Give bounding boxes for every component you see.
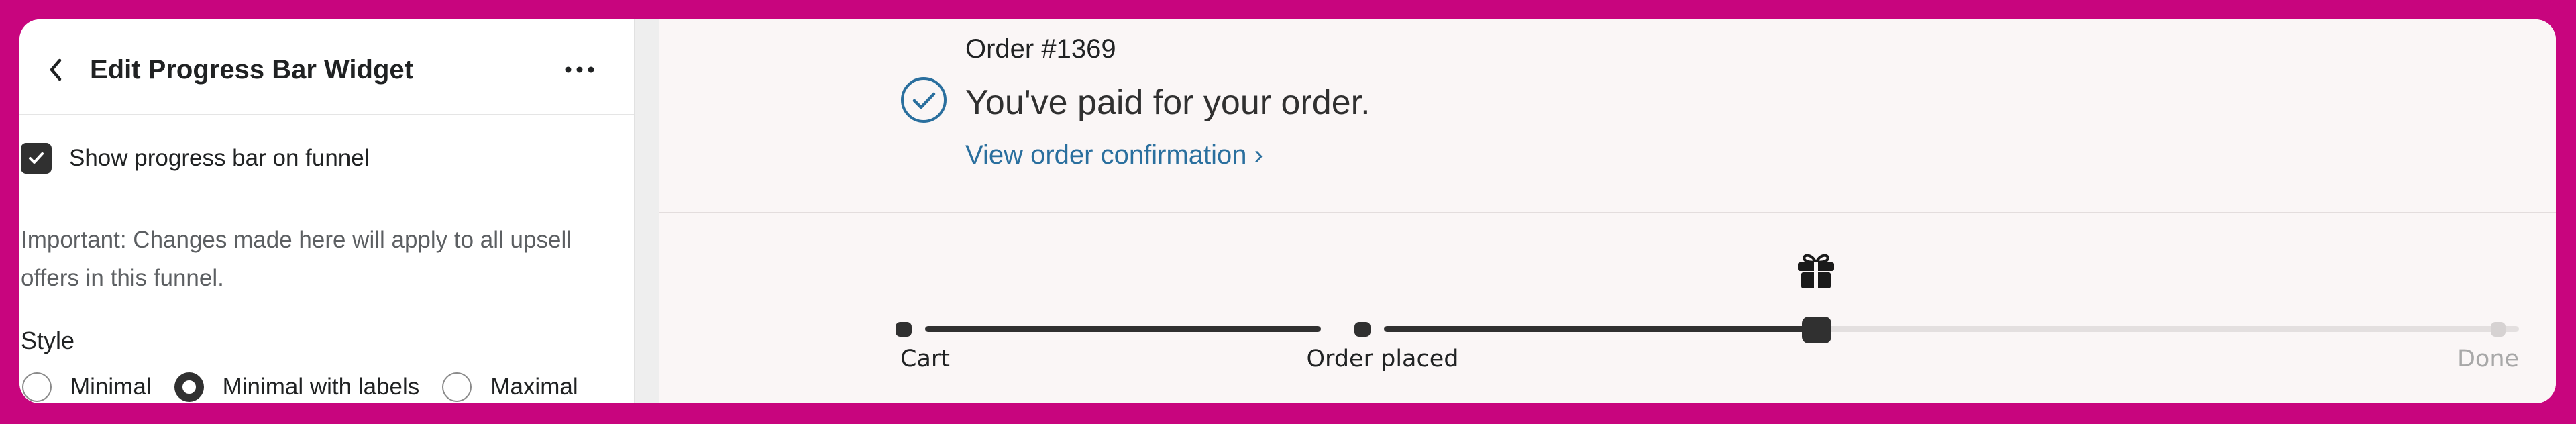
editor-sidebar: Edit Progress Bar Widget Show progress b… [19, 19, 634, 403]
app-window: Edit Progress Bar Widget Show progress b… [19, 19, 2556, 403]
progress-step-label: Done [2457, 346, 2520, 372]
style-label: Style [21, 327, 75, 354]
show-progress-bar-checkbox[interactable] [21, 143, 52, 174]
style-option-label: Maximal [490, 374, 578, 400]
sidebar-header: Edit Progress Bar Widget [19, 19, 634, 115]
view-order-confirmation-link[interactable]: View order confirmation › [965, 140, 1263, 170]
paid-title: You've paid for your order. [965, 83, 1371, 122]
progress-segment-cart-to-order [925, 326, 1321, 332]
progress-step-label: Order placed [1306, 346, 1459, 372]
important-note: Important: Changes made here will apply … [21, 227, 572, 291]
progress-step-order-placed-dot [1354, 322, 1371, 337]
chevron-left-icon [50, 58, 62, 81]
radio-minimal[interactable] [22, 372, 52, 402]
order-progress-bar: Cart Order placed Done [659, 214, 2556, 403]
progress-current-handle [1802, 317, 1831, 343]
order-number: Order #1369 [965, 34, 1116, 64]
style-option-minimal-with-labels[interactable]: Minimal with labels [174, 372, 420, 402]
style-option-minimal[interactable]: Minimal [22, 372, 152, 402]
style-option-label: Minimal [70, 374, 152, 400]
checkmark-icon [29, 152, 44, 164]
more-horizontal-icon [565, 66, 594, 73]
style-option-label: Minimal with labels [222, 374, 420, 400]
progress-segment-filled [1384, 326, 1817, 332]
back-button[interactable] [40, 53, 73, 87]
progress-step-label: Cart [900, 346, 950, 372]
radio-maximal[interactable] [442, 372, 472, 402]
sidebar-title: Edit Progress Bar Widget [90, 55, 413, 85]
more-actions-button[interactable] [556, 53, 603, 87]
style-radio-group: Minimal Minimal with labels Maximal [22, 368, 601, 403]
progress-step-cart-dot [896, 322, 912, 337]
show-progress-bar-label: Show progress bar on funnel [69, 145, 370, 171]
preview-divider [659, 212, 2556, 213]
gift-icon [1798, 254, 1834, 288]
show-progress-bar-checkbox-row[interactable]: Show progress bar on funnel [21, 140, 370, 176]
check-circle-icon [901, 77, 947, 123]
style-option-maximal[interactable]: Maximal [442, 372, 578, 402]
preview-pane: Order #1369 You've paid for your order. … [659, 19, 2556, 403]
sidebar-divider[interactable] [634, 19, 659, 403]
radio-minimal-with-labels[interactable] [174, 372, 204, 402]
progress-step-done-dot [2491, 322, 2506, 337]
